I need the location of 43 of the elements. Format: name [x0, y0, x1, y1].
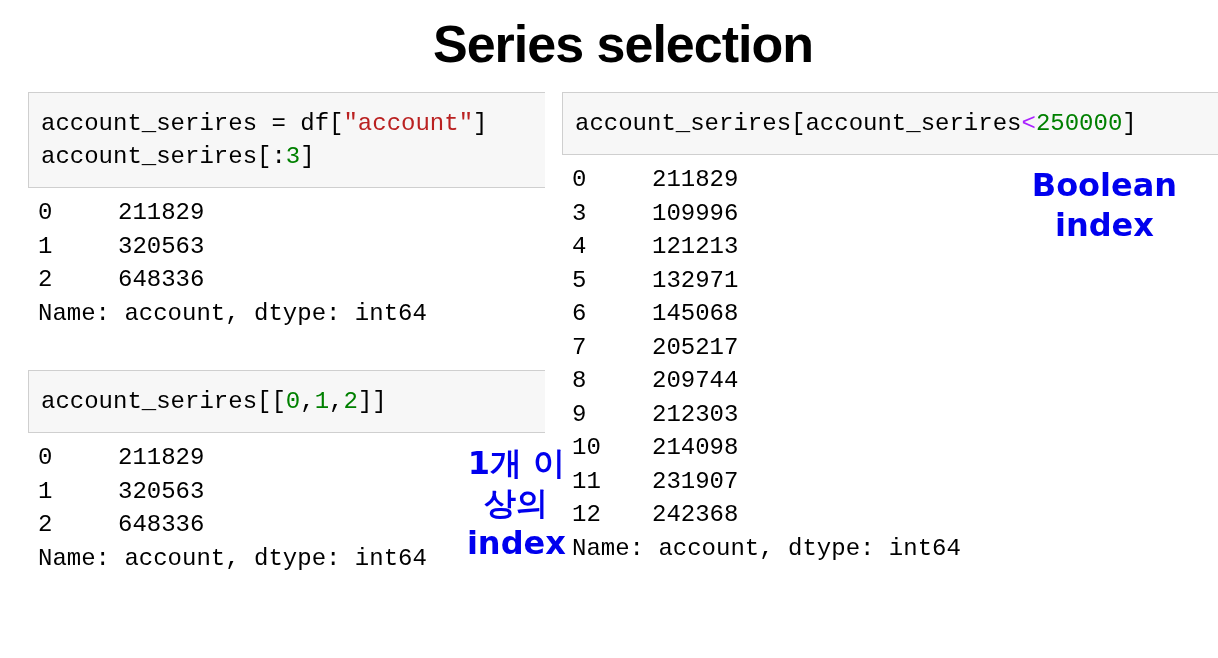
index-label: 2: [38, 510, 54, 540]
slide-title: Series selection: [433, 14, 813, 74]
index-label: 3: [572, 198, 588, 229]
value-text: 320563: [118, 476, 206, 507]
code-input-cell[interactable]: account_serires[account_serires<250000]: [562, 92, 1218, 155]
code-input-cell[interactable]: account_serires = df["account"] account_serires[:3]: [28, 92, 545, 188]
value-text: 214098: [652, 433, 740, 463]
value-text: 231907: [652, 466, 740, 497]
index-label: 6: [572, 299, 588, 329]
value-text: 648336: [118, 265, 206, 295]
value-text: 205217: [652, 332, 740, 363]
index-label: 1: [38, 231, 54, 262]
series-info-text: Name: account, dtype: int64: [38, 298, 427, 329]
index-label: 0: [38, 198, 54, 228]
value-text: 320563: [118, 231, 206, 262]
value-text: 209744: [652, 366, 740, 396]
index-label: 12: [572, 500, 602, 530]
value-text: 211829: [118, 198, 206, 228]
value-text: 109996: [652, 198, 740, 229]
series-info-text: Name: account, dtype: int64: [572, 533, 961, 564]
index-label: 2: [38, 265, 54, 295]
value-text: 212303: [652, 399, 740, 430]
value-text: 648336: [118, 510, 206, 540]
value-text: 132971: [652, 265, 740, 296]
index-label: 0: [572, 165, 588, 195]
series-info-text: Name: account, dtype: int64: [38, 543, 427, 574]
index-label: 4: [572, 232, 588, 262]
value-text: 211829: [118, 443, 206, 473]
index-label: 0: [38, 443, 54, 473]
annotation-text: 1개 이상의 index: [466, 443, 566, 564]
annotation-text: Boolean index: [1030, 165, 1179, 246]
index-label: 10: [572, 433, 602, 463]
value-text: 121213: [652, 232, 740, 262]
value-text: 145068: [652, 299, 740, 329]
code-input-cell[interactable]: account_serires[[0,1,2]]: [28, 370, 545, 433]
value-text: 242368: [652, 500, 740, 530]
index-label: 5: [572, 265, 588, 296]
index-label: 1: [38, 476, 54, 507]
index-label: 8: [572, 366, 588, 396]
index-label: 7: [572, 332, 588, 363]
index-label: 11: [572, 466, 602, 497]
value-text: 211829: [652, 165, 740, 195]
index-label: 9: [572, 399, 588, 430]
